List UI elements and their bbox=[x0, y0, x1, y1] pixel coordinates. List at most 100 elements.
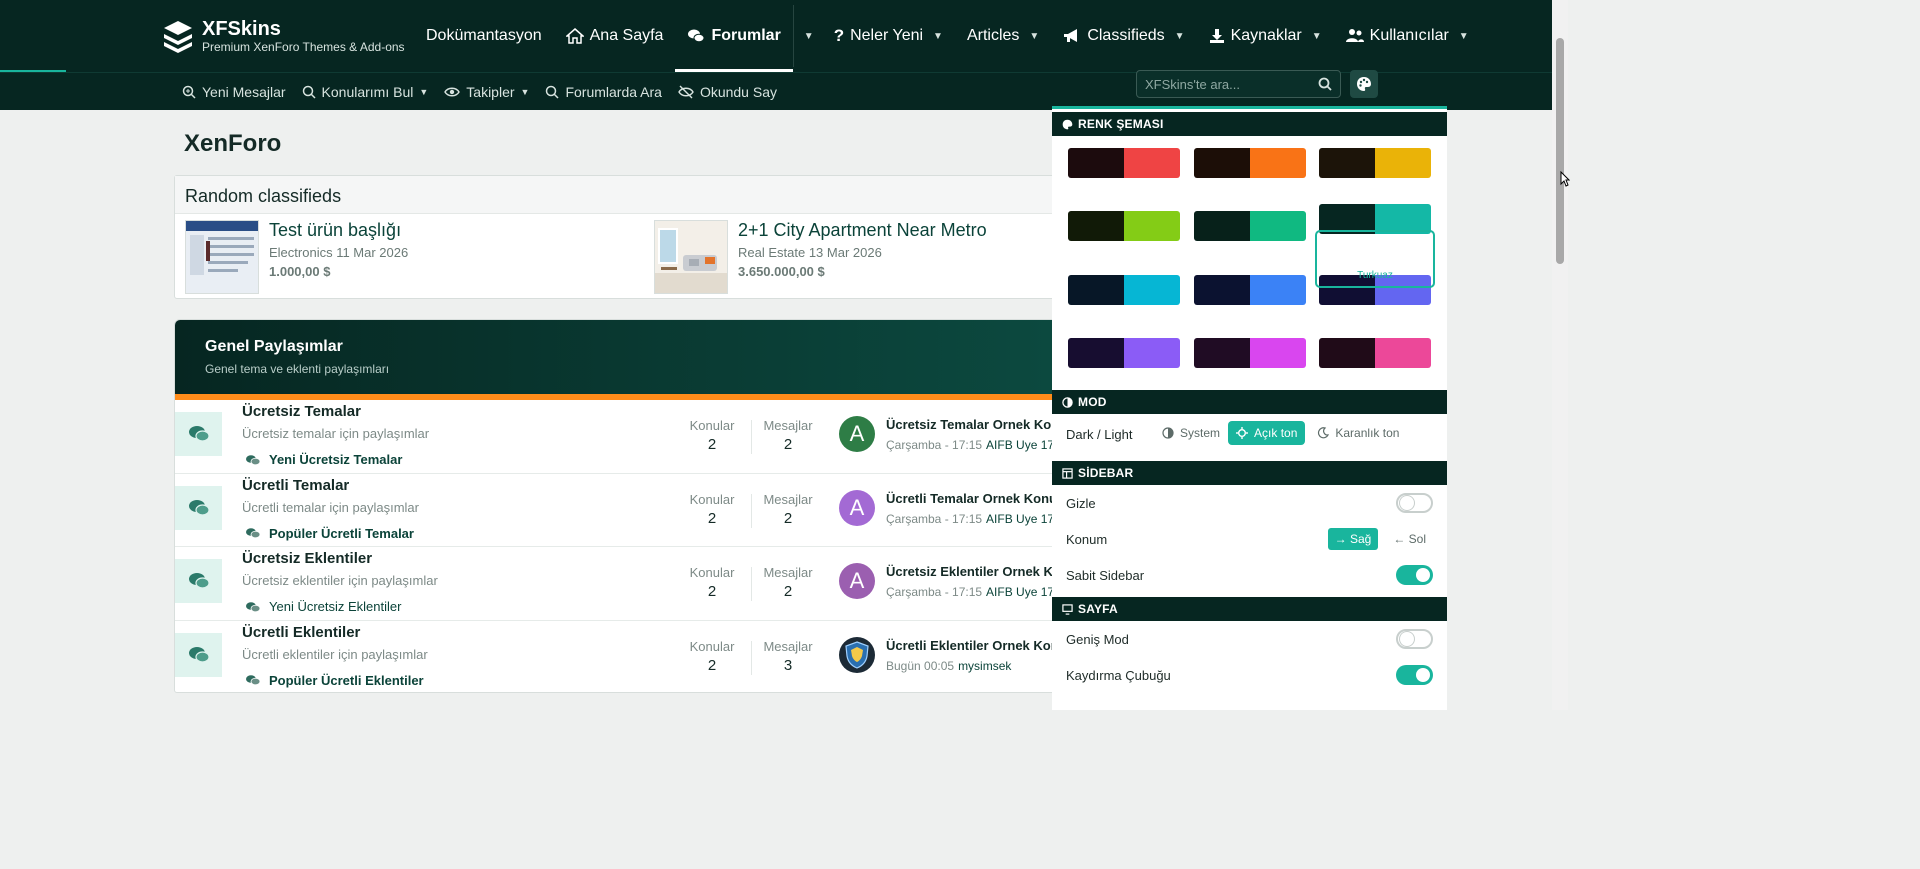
style-panel-button[interactable] bbox=[1350, 70, 1378, 98]
swatch-light-half bbox=[1124, 275, 1180, 305]
subnav-find-threads[interactable]: Konularımı Bul ▼ bbox=[302, 84, 428, 100]
wide-mode-toggle[interactable] bbox=[1396, 629, 1433, 649]
color-swatch[interactable] bbox=[1068, 275, 1180, 305]
nav-forums[interactable]: Forumlar bbox=[675, 0, 794, 72]
color-swatch[interactable] bbox=[1068, 338, 1180, 368]
nav-documentation[interactable]: Dokümantasyon bbox=[414, 0, 554, 72]
color-swatch[interactable] bbox=[1068, 148, 1180, 178]
forum-node-icon[interactable] bbox=[175, 559, 222, 603]
forum-category: Genel Paylaşımlar Genel tema ve eklenti … bbox=[174, 319, 1074, 693]
latest-user[interactable]: mysimsek bbox=[958, 659, 1011, 673]
swatch-light-half bbox=[1375, 338, 1431, 368]
avatar[interactable]: A bbox=[839, 489, 875, 526]
mode-light-button[interactable]: Açık ton bbox=[1228, 421, 1306, 445]
classified-item[interactable]: 2+1 City Apartment Near Metro Real Estat… bbox=[654, 220, 987, 294]
position-label: Sağ bbox=[1349, 532, 1372, 546]
forum-node-icon[interactable] bbox=[175, 485, 222, 530]
color-swatch[interactable] bbox=[1068, 211, 1180, 241]
page-scrollbar[interactable] bbox=[1552, 0, 1568, 710]
subnav-search-forums[interactable]: Forumlarda Ara bbox=[545, 84, 662, 100]
color-swatch[interactable] bbox=[1194, 275, 1306, 305]
nav-articles[interactable]: Articles ▼ bbox=[955, 0, 1051, 72]
forum-node-icon[interactable] bbox=[175, 632, 222, 677]
eye-slash-icon bbox=[678, 85, 694, 99]
nav-resources[interactable]: Kaynaklar ▼ bbox=[1197, 0, 1334, 72]
color-swatch[interactable] bbox=[1194, 338, 1306, 368]
forum-node-title[interactable]: Ücretli Eklentiler bbox=[242, 624, 360, 641]
classified-title[interactable]: 2+1 City Apartment Near Metro bbox=[738, 220, 987, 241]
subnav-mark-read[interactable]: Okundu Say bbox=[678, 84, 777, 100]
classified-title[interactable]: Test ürün başlığı bbox=[269, 220, 408, 241]
avatar[interactable] bbox=[839, 636, 875, 673]
nav-forums-menu[interactable]: ▼ bbox=[794, 0, 822, 72]
nav-classifieds[interactable]: Classifieds ▼ bbox=[1051, 0, 1196, 72]
search-icon[interactable] bbox=[1318, 77, 1332, 96]
avatar[interactable]: A bbox=[839, 563, 875, 599]
classified-item[interactable]: Test ürün başlığı Electronics 11 Mar 202… bbox=[185, 220, 408, 294]
section-label: SAYFA bbox=[1078, 602, 1118, 616]
forum-node[interactable]: Ücretli Temalar Ücretli temalar için pay… bbox=[175, 474, 1073, 547]
sidebar-hide-toggle[interactable] bbox=[1396, 493, 1433, 513]
latest-thread-title[interactable]: Ücretli Eklentiler Ornek Konusu bbox=[886, 638, 1073, 653]
subforum-link[interactable]: Yeni Ücretsiz Temalar bbox=[245, 452, 402, 467]
comments-icon bbox=[188, 646, 210, 663]
widget-heading: Random classifieds bbox=[175, 176, 1073, 214]
mode-heading: MOD bbox=[1052, 390, 1447, 414]
comments-icon bbox=[246, 601, 261, 612]
search-input[interactable] bbox=[1145, 76, 1305, 92]
toggle-knob bbox=[1416, 568, 1430, 582]
forum-node[interactable]: Ücretli Eklentiler Ücretli eklentiler iç… bbox=[175, 621, 1073, 693]
scrollbar-toggle[interactable] bbox=[1396, 665, 1433, 685]
nav-members[interactable]: Kullanıcılar ▼ bbox=[1334, 0, 1481, 72]
scrollbar-thumb[interactable] bbox=[1556, 38, 1564, 264]
forum-node-title[interactable]: Ücretsiz Eklentiler bbox=[242, 550, 372, 567]
section-label: SİDEBAR bbox=[1078, 466, 1134, 480]
color-swatch[interactable] bbox=[1194, 148, 1306, 178]
mode-system-button[interactable]: System bbox=[1154, 421, 1228, 445]
megaphone-icon bbox=[1063, 28, 1081, 44]
nav-home[interactable]: Ana Sayfa bbox=[554, 0, 676, 72]
stat-label: Konular bbox=[689, 491, 735, 507]
classified-thumbnail[interactable] bbox=[654, 220, 728, 294]
subforum-link[interactable]: Popüler Ücretli Eklentiler bbox=[245, 673, 424, 688]
forum-node[interactable]: Ücretsiz Temalar Ücretsiz temalar için p… bbox=[175, 400, 1073, 474]
eye-icon bbox=[444, 87, 461, 97]
subforum-link[interactable]: Yeni Ücretsiz Eklentiler bbox=[245, 599, 401, 614]
category-header[interactable]: Genel Paylaşımlar Genel tema ve eklenti … bbox=[175, 320, 1073, 394]
subforum-link[interactable]: Popüler Ücretli Temalar bbox=[245, 526, 414, 541]
avatar[interactable]: A bbox=[839, 416, 875, 452]
color-swatch[interactable] bbox=[1319, 338, 1431, 368]
forum-node[interactable]: Ücretsiz Eklentiler Ücretsiz eklentiler … bbox=[175, 547, 1073, 621]
sidebar-fixed-row: Sabit Sidebar bbox=[1052, 557, 1447, 593]
category-title[interactable]: Genel Paylaşımlar bbox=[205, 338, 1043, 356]
mode-dark-button[interactable]: Karanlık ton bbox=[1309, 421, 1407, 445]
nav-label: Articles bbox=[966, 27, 1020, 44]
position-right-button[interactable]: → Sağ bbox=[1327, 528, 1379, 550]
position-label: Sol bbox=[1408, 532, 1426, 546]
latest-thread-title[interactable]: Ücretli Temalar Ornek Konusu bbox=[886, 491, 1072, 506]
latest-thread-title[interactable]: Ücretsiz Eklentiler Ornek Konusu bbox=[886, 564, 1073, 579]
toggle-knob bbox=[1400, 496, 1414, 510]
scrollbar-row: Kaydırma Çubuğu bbox=[1052, 657, 1447, 693]
layers-icon bbox=[162, 19, 194, 53]
site-logo[interactable]: XFSkins Premium XenForo Themes & Add-ons bbox=[162, 18, 405, 54]
nav-whats-new[interactable]: ? Neler Yeni ▼ bbox=[822, 0, 955, 72]
sidebar-fixed-toggle[interactable] bbox=[1396, 565, 1433, 585]
wide-mode-row: Geniş Mod bbox=[1052, 621, 1447, 657]
subnav-new-posts[interactable]: Yeni Mesajlar bbox=[182, 84, 286, 100]
color-swatch[interactable] bbox=[1319, 148, 1431, 178]
color-swatch[interactable] bbox=[1194, 211, 1306, 241]
latest-thread-title[interactable]: Ücretsiz Temalar Ornek Konusu bbox=[886, 417, 1073, 432]
forum-node-title[interactable]: Ücretsiz Temalar bbox=[242, 403, 361, 420]
header-bar: XFSkins Premium XenForo Themes & Add-ons… bbox=[0, 0, 1568, 72]
nav-label: Dokümantasyon bbox=[426, 27, 542, 44]
mouse-cursor-icon bbox=[1560, 170, 1571, 192]
forum-node-title[interactable]: Ücretli Temalar bbox=[242, 477, 349, 494]
classified-thumbnail[interactable] bbox=[185, 220, 259, 294]
forum-node-icon[interactable] bbox=[175, 412, 222, 456]
search-icon bbox=[302, 85, 316, 99]
arrow-right-icon: → bbox=[1334, 532, 1350, 546]
position-left-button[interactable]: ← Sol bbox=[1386, 528, 1433, 550]
subnav-watched[interactable]: Takipler ▼ bbox=[444, 84, 529, 100]
category-description: Genel tema ve eklenti paylaşımları bbox=[205, 362, 390, 376]
